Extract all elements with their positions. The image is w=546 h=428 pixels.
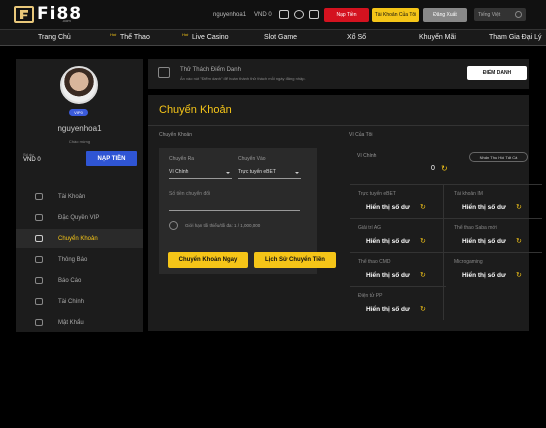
sidebar: VIP0 nguyenhoa1 Chào mừng Số dư VND 0 NẠ… <box>16 59 143 332</box>
wallet-account-name: Thể thao CMD <box>358 259 391 265</box>
checkin-text: Ấn vào nút "Điểm danh" để hoàn thành thử… <box>180 76 306 81</box>
header-deposit-button[interactable]: Nạp Tiền <box>324 8 369 22</box>
bell-icon <box>35 256 43 263</box>
transfer-form: Chuyển Ra Chuyển Vào Ví Chính Trực tuyến… <box>159 148 336 274</box>
show-balance-link[interactable]: Hiển thị số dư <box>366 238 410 245</box>
sidebar-item-account[interactable]: Tài Khoản <box>16 187 143 206</box>
main-nav: Trang Chủ Hot Thể Thao Hot Live Casino Slo… <box>0 29 546 46</box>
balance-value: VND 0 <box>23 157 41 163</box>
show-balance-link[interactable]: Hiển thị số dư <box>366 272 410 279</box>
to-label: Chuyển Vào <box>238 156 266 162</box>
nav-home[interactable]: Trang Chủ <box>38 34 71 41</box>
checkin-title: Thử Thách Điểm Danh <box>180 67 241 73</box>
message-icon[interactable] <box>279 10 289 19</box>
nav-slot-game[interactable]: Slot Game <box>264 34 297 41</box>
lock-icon <box>35 319 43 326</box>
support-icon[interactable] <box>294 10 304 19</box>
report-icon <box>35 277 43 284</box>
calendar-icon <box>158 67 170 78</box>
crown-icon <box>35 214 43 221</box>
wallet-account-cell: Trực tuyến eBET Hiển thị số dư ↻ <box>350 184 446 218</box>
logo-subtitle: .com <box>62 18 71 23</box>
sidebar-item-vip[interactable]: Đặc Quyền VIP <box>16 208 143 227</box>
from-label: Chuyển Ra <box>169 156 195 162</box>
nav-live-casino[interactable]: Hot Live Casino <box>182 32 229 41</box>
nav-sports[interactable]: Hot Thể Thao <box>110 32 150 41</box>
top-bar: Fi88 .com nguyenhoa1 VND 0 Nạp Tiền Tài … <box>0 0 546 29</box>
wallet-account-cell: Tài khoản IM Hiển thị số dư ↻ <box>446 184 542 218</box>
main-wallet-value: 0 <box>431 165 435 172</box>
transfer-now-button[interactable]: Chuyển Khoản Ngay <box>168 252 248 268</box>
retrieve-all-button[interactable]: Nhấn Thu Hồi Tất Cả <box>469 152 528 162</box>
check-icon <box>169 221 178 230</box>
divider <box>148 125 529 126</box>
page-title: Chuyển Khoản <box>159 104 232 116</box>
logout-button[interactable]: Đăng Xuất <box>423 8 467 22</box>
wallet-account-cell: Giải trí AG Hiển thị số dư ↻ <box>350 218 446 252</box>
my-account-button[interactable]: Tài Khoản Của Tôi <box>372 8 419 22</box>
refresh-icon[interactable]: ↻ <box>420 271 426 279</box>
transfer-section-label: Chuyển Khoản <box>159 132 193 138</box>
mail-icon[interactable] <box>309 10 319 19</box>
from-wallet-select[interactable]: Ví Chính <box>169 169 232 179</box>
transfer-history-button[interactable]: Lịch Sử Chuyển Tiền <box>254 252 336 268</box>
hot-badge: Hot <box>182 32 189 37</box>
refresh-icon[interactable]: ↻ <box>420 203 426 211</box>
hot-badge: Hot <box>110 32 117 37</box>
transfer-icon <box>35 235 43 242</box>
nav-lottery[interactable]: Xổ Số <box>347 34 366 41</box>
wallet-account-name: Microgaming <box>454 259 483 265</box>
refresh-icon[interactable]: ↻ <box>516 203 522 211</box>
checkin-banner: Thử Thách Điểm Danh Ấn vào nút "Điểm dan… <box>148 59 529 89</box>
refresh-icon[interactable]: ↻ <box>516 271 522 279</box>
show-balance-link[interactable]: Hiển thị số dư <box>462 204 506 211</box>
checkin-button[interactable]: ĐIỂM DANH <box>467 66 527 80</box>
greeting: Chào mừng <box>68 139 91 144</box>
fi88-logo[interactable]: Fi88 <box>14 6 82 23</box>
vip-badge: VIP0 <box>69 109 88 116</box>
wallet-account-cell: Điện tử PP Hiển thị số dư ↻ <box>350 286 446 320</box>
wallet-account-cell: Thể thao Saba mới Hiển thị số dư ↻ <box>446 218 542 252</box>
globe-icon <box>515 11 522 18</box>
show-balance-link[interactable]: Hiển thị số dư <box>366 204 410 211</box>
wallet-account-cell: Microgaming Hiển thị số dư ↻ <box>446 252 542 286</box>
refresh-icon[interactable]: ↻ <box>516 237 522 245</box>
profile-username: nguyenhoa1 <box>57 124 102 133</box>
refresh-icon[interactable]: ↻ <box>441 164 448 173</box>
show-balance-link[interactable]: Hiển thị số dư <box>366 306 410 313</box>
sidebar-item-reports[interactable]: Báo Cáo <box>16 271 143 290</box>
avatar <box>60 66 98 104</box>
sidebar-item-password[interactable]: Mật Khẩu <box>16 313 143 332</box>
wallet-account-name: Trực tuyến eBET <box>358 191 396 197</box>
logo-icon <box>14 6 34 23</box>
wallet-account-name: Giải trí AG <box>358 225 382 231</box>
wallet-account-name: Tài khoản IM <box>454 191 483 197</box>
header-username: nguyenhoa1 <box>213 11 247 18</box>
deposit-button[interactable]: NẠP TIỀN <box>86 151 137 166</box>
nav-agent[interactable]: Tham Gia Đại Lý <box>489 34 542 41</box>
amount-input[interactable]: Số tiền chuyển đổi <box>169 191 300 211</box>
nav-promotions[interactable]: Khuyến Mãi <box>419 34 456 41</box>
wallet-icon <box>35 298 43 305</box>
wallet-account-cell: Thể thao CMD Hiển thị số dư ↻ <box>350 252 446 286</box>
header-balance: VND 0 <box>254 11 272 18</box>
refresh-icon[interactable]: ↻ <box>420 305 426 313</box>
refresh-icon[interactable]: ↻ <box>420 237 426 245</box>
sidebar-item-notifications[interactable]: Thông Báo <box>16 250 143 269</box>
user-icon <box>35 193 43 200</box>
limit-note: Giới hạn tối thiểu/tối đa: 1 / 1,000,000 <box>169 221 260 230</box>
show-balance-link[interactable]: Hiển thị số dư <box>462 238 506 245</box>
wallet-account-name: Điện tử PP <box>358 293 383 299</box>
to-wallet-select[interactable]: Trực tuyến eBET <box>238 169 301 179</box>
sidebar-item-finance[interactable]: Tài Chính <box>16 292 143 311</box>
sidebar-item-transfer[interactable]: Chuyển Khoản <box>16 229 143 248</box>
divider <box>443 184 444 320</box>
main-wallet-label: Ví Chính <box>357 153 377 159</box>
wallet-section-label: Ví Của Tôi <box>349 132 373 138</box>
wallet-account-name: Thể thao Saba mới <box>454 225 497 231</box>
language-select[interactable]: Tiếng Việt <box>474 8 526 21</box>
show-balance-link[interactable]: Hiển thị số dư <box>462 272 506 279</box>
